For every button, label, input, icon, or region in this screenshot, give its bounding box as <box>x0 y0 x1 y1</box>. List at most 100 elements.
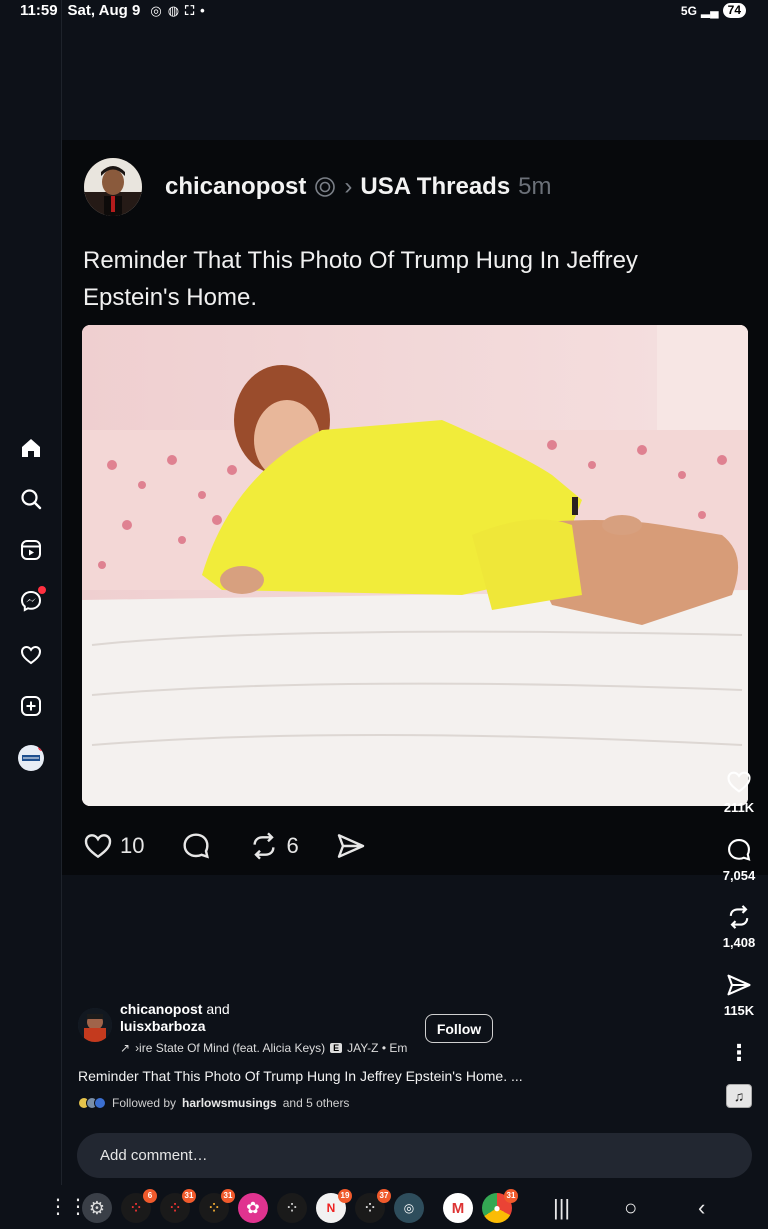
screenshot-notif-icon: ⛶ <box>185 2 195 18</box>
nav-create[interactable] <box>18 693 44 719</box>
home-icon <box>22 439 40 457</box>
news-app-icon[interactable]: N 19 <box>316 1189 352 1223</box>
app-badge: 31 <box>504 1189 518 1203</box>
app-badge: 31 <box>221 1189 235 1203</box>
post-time: 5m <box>518 173 552 200</box>
followed-by[interactable]: Followed by harlowsmusings and 5 others <box>78 1096 349 1110</box>
chrome-notif-icon: ◎ <box>150 2 162 18</box>
follower-avatar <box>94 1097 106 1109</box>
nav-search[interactable] <box>18 486 44 512</box>
create-icon <box>21 696 41 716</box>
reel-comment-count: 7,054 <box>722 868 756 883</box>
sports-notif-icon: ◍ <box>167 2 180 18</box>
post-author-avatar[interactable] <box>84 158 142 216</box>
heart-icon <box>20 645 42 665</box>
status-bar: 11:59 Sat, Aug 9 ◎ ◍ ⛶ • 5G ▂▄ 74 <box>0 0 768 24</box>
profile-notification-dot <box>38 745 44 751</box>
app-badge: 31 <box>182 1189 196 1203</box>
post-photo <box>82 325 748 806</box>
trending-arrow-icon: ↗ <box>120 1041 131 1055</box>
home-button-icon[interactable]: ○ <box>624 1195 637 1221</box>
send-icon <box>727 974 751 996</box>
app-badge: 19 <box>338 1189 352 1203</box>
repost-icon <box>729 905 749 929</box>
add-comment-input[interactable]: Add comment… <box>77 1133 752 1178</box>
signal-icon: ▂▄ <box>700 3 719 18</box>
post-share-button[interactable] <box>335 830 367 862</box>
followed-by-suffix: and 5 others <box>282 1096 350 1110</box>
reel-repost-count: 1,408 <box>722 935 756 950</box>
recents-button-icon[interactable]: ||| <box>553 1195 570 1221</box>
verified-icon <box>315 177 336 197</box>
nav-reels[interactable] <box>18 537 44 563</box>
reel-and-text: and <box>206 1001 230 1017</box>
followed-by-user[interactable]: harlowsmusings <box>182 1096 277 1110</box>
reel-author-avatar[interactable] <box>78 1008 112 1042</box>
reel-caption[interactable]: Reminder That This Photo Of Trump Hung I… <box>78 1068 523 1084</box>
explicit-badge: E <box>330 1043 343 1053</box>
more-options-icon[interactable]: ⋮ <box>726 1040 752 1066</box>
followed-by-prefix: Followed by <box>112 1096 177 1110</box>
back-button-icon[interactable]: ‹ <box>698 1195 705 1221</box>
post-reply-button[interactable] <box>180 830 212 862</box>
app-badge: 6 <box>143 1189 157 1203</box>
chrome-app-icon[interactable]: ● 31 <box>482 1189 518 1223</box>
music-artist: JAY-Z • Em <box>347 1041 408 1055</box>
author-photo <box>84 158 142 216</box>
recent-app-icon[interactable]: ◎ <box>394 1193 424 1223</box>
reel-username-2[interactable]: luisxbarboza <box>120 1018 206 1034</box>
follow-button[interactable]: Follow <box>425 1014 493 1043</box>
repost-icon <box>253 832 276 860</box>
post-like-count: 10 <box>120 833 145 858</box>
post-header: chicanopost › USA Threads 5m <box>165 173 552 201</box>
app-folder-4-icon[interactable]: ⁘ <box>277 1193 307 1223</box>
nav-activity[interactable] <box>18 642 44 668</box>
app-folder-1-icon[interactable]: ⁘ 6 <box>121 1189 157 1223</box>
reel-repost-button[interactable]: 1,408 <box>716 903 762 950</box>
audio-thumbnail-icon[interactable]: ♫ <box>726 1084 752 1108</box>
music-line[interactable]: ↗ ›ire State Of Mind (feat. Alicia Keys)… <box>120 1041 418 1055</box>
android-taskbar: ⋮⋮ ⚙ ⁘ 6 ⁘ 31 ⁘ 31 ✿ ⁘ N 19 ⁘ 37 ◎ M ● 31 ||| … <box>0 1185 768 1229</box>
post-image[interactable] <box>82 325 748 806</box>
post-username[interactable]: chicanopost <box>165 173 306 201</box>
reels-icon <box>21 540 41 560</box>
settings-app-icon[interactable]: ⚙ <box>82 1193 112 1223</box>
chevron-right-icon: › <box>344 173 353 200</box>
comment-icon <box>183 833 210 859</box>
status-right: 5G ▂▄ 74 <box>681 3 746 18</box>
threads-post-card: chicanopost › USA Threads 5m Reminder Th… <box>62 140 768 875</box>
nav-messenger[interactable] <box>18 586 46 614</box>
heart-icon <box>84 834 112 859</box>
network-label: 5G <box>680 3 697 18</box>
more-notif-icon: • <box>200 3 205 18</box>
nav-home[interactable] <box>18 435 44 461</box>
reel-author-photo <box>78 1008 112 1042</box>
gmail-app-icon[interactable]: M <box>443 1193 473 1223</box>
post-actions: 10 6 <box>82 830 367 862</box>
status-date: Sat, Aug 9 <box>67 2 141 19</box>
app-folder-2-icon[interactable]: ⁘ 31 <box>160 1189 196 1223</box>
reel-share-button[interactable]: 115K <box>716 971 762 1018</box>
heart-icon <box>727 771 751 793</box>
app-badge: 37 <box>377 1189 391 1203</box>
reel-comment-button[interactable]: 7,054 <box>716 836 762 883</box>
send-icon <box>337 834 364 858</box>
post-like-button[interactable]: 10 <box>82 830 144 862</box>
reel-username-1[interactable]: chicanopost <box>120 1001 202 1017</box>
app-folder-3-icon[interactable]: ⁘ 31 <box>199 1189 235 1223</box>
reel-like-button[interactable]: 211K <box>716 768 762 815</box>
post-repost-button[interactable]: 6 <box>248 830 299 862</box>
follower-avatars <box>78 1097 106 1109</box>
app-folder-5-icon[interactable]: ⁘ 37 <box>355 1189 391 1223</box>
reel-like-count: 211K <box>723 800 755 815</box>
post-community[interactable]: USA Threads <box>360 173 510 201</box>
post-text: Reminder That This Photo Of Trump Hung I… <box>83 247 638 311</box>
nav-profile[interactable] <box>18 745 44 771</box>
comment-icon <box>728 839 751 861</box>
gallery-app-icon[interactable]: ✿ <box>238 1193 268 1223</box>
search-icon <box>21 489 42 510</box>
post-repost-count: 6 <box>286 833 299 858</box>
reel-usernames: chicanopost and luisxbarboza <box>120 1001 230 1035</box>
battery-badge: 74 <box>722 3 746 18</box>
music-title: ›ire State Of Mind (feat. Alicia Keys) <box>135 1041 326 1055</box>
